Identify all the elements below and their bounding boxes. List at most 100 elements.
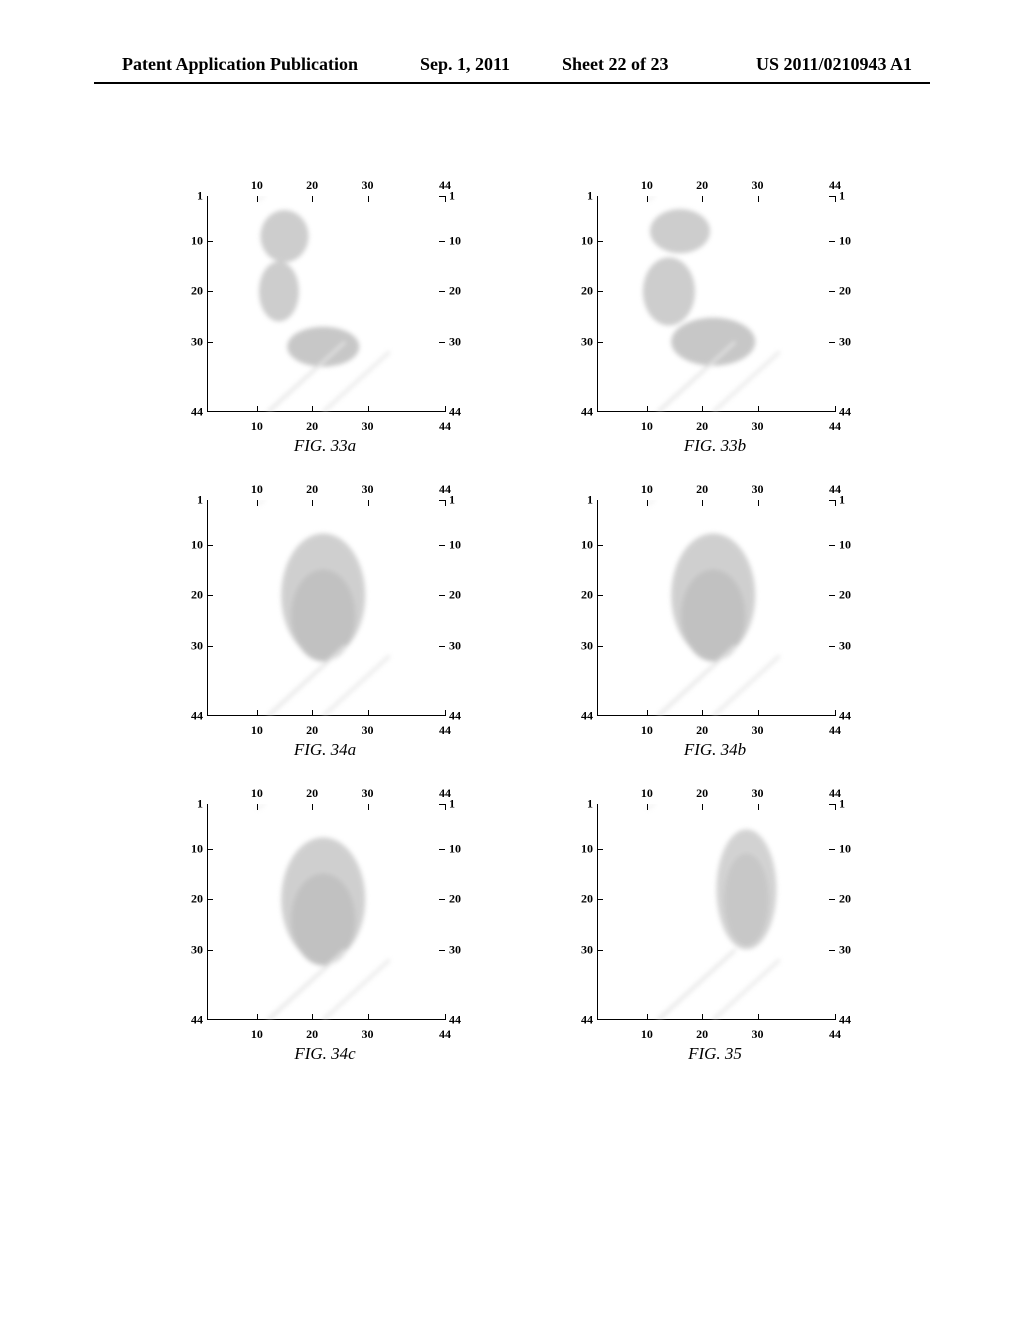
axis-tick-bottom: 30	[752, 419, 764, 434]
page-header: Patent Application Publication Sep. 1, 2…	[0, 54, 1024, 75]
axis-tick-left: 10	[581, 538, 593, 553]
axis-tick-top: 44	[439, 178, 451, 193]
plot-area	[207, 500, 445, 716]
plot-area	[207, 804, 445, 1020]
axis-tick-right: 20	[449, 588, 461, 603]
axis-tick-top: 10	[251, 786, 263, 801]
figure-caption: FIG. 33a	[294, 436, 356, 456]
header-divider	[94, 82, 930, 84]
axis-tick-right: 44	[839, 405, 851, 420]
axis-tick-left: 10	[191, 234, 203, 249]
plot-area	[597, 196, 835, 412]
axis-tick-right: 10	[449, 538, 461, 553]
axis-tick-left: 1	[587, 797, 593, 812]
axis-tick-bottom: 44	[829, 1027, 841, 1042]
plot-wrapper: 1110101010202020203030303044444444	[565, 484, 865, 734]
axis-tick-left: 20	[191, 284, 203, 299]
axis-tick-bottom: 44	[829, 419, 841, 434]
axis-tick-top: 10	[641, 482, 653, 497]
axis-tick-left: 1	[197, 189, 203, 204]
axis-tick-bottom: 30	[362, 723, 374, 738]
figure-grid: 1110101010202020203030303044444444FIG. 3…	[160, 180, 880, 1064]
axis-tick-right: 44	[449, 1013, 461, 1028]
axis-tick-left: 44	[191, 1013, 203, 1028]
axis-tick-right: 44	[449, 709, 461, 724]
axis-tick-bottom: 10	[641, 1027, 653, 1042]
axis-tick-right: 30	[839, 942, 851, 957]
axis-tick-left: 20	[581, 892, 593, 907]
axis-tick-top: 30	[362, 482, 374, 497]
axis-tick-right: 10	[449, 842, 461, 857]
axis-tick-bottom: 20	[306, 419, 318, 434]
axis-tick-top: 20	[696, 482, 708, 497]
axis-tick-left: 30	[581, 334, 593, 349]
axis-tick-top: 44	[829, 786, 841, 801]
axis-tick-top: 20	[696, 178, 708, 193]
axis-tick-bottom: 10	[641, 723, 653, 738]
header-pubno: US 2011/0210943 A1	[756, 54, 912, 75]
figure-cell: 1110101010202020203030303044444444FIG. 3…	[160, 484, 490, 760]
axis-tick-right: 10	[839, 234, 851, 249]
axis-tick-left: 30	[191, 638, 203, 653]
plot-wrapper: 1110101010202020203030303044444444	[565, 180, 865, 430]
axis-tick-left: 20	[191, 892, 203, 907]
axis-tick-bottom: 20	[696, 1027, 708, 1042]
axis-tick-left: 10	[581, 234, 593, 249]
axis-tick-right: 10	[839, 538, 851, 553]
axis-tick-left: 1	[197, 797, 203, 812]
figure-cell: 1110101010202020203030303044444444FIG. 3…	[160, 180, 490, 456]
axis-tick-left: 44	[191, 709, 203, 724]
axis-tick-bottom: 44	[829, 723, 841, 738]
figure-cell: 1110101010202020203030303044444444FIG. 3…	[550, 484, 880, 760]
axis-tick-left: 44	[191, 405, 203, 420]
axis-tick-bottom: 20	[696, 723, 708, 738]
axis-tick-top: 44	[829, 178, 841, 193]
axis-tick-top: 44	[439, 482, 451, 497]
axis-tick-right: 20	[449, 892, 461, 907]
axis-tick-right: 30	[449, 942, 461, 957]
figure-cell: 1110101010202020203030303044444444FIG. 3…	[550, 180, 880, 456]
axis-tick-bottom: 20	[306, 723, 318, 738]
axis-tick-bottom: 10	[251, 419, 263, 434]
axis-tick-bottom: 30	[362, 1027, 374, 1042]
axis-tick-left: 20	[581, 588, 593, 603]
axis-tick-left: 44	[581, 405, 593, 420]
axis-tick-left: 44	[581, 1013, 593, 1028]
axis-tick-right: 44	[839, 709, 851, 724]
axis-tick-bottom: 30	[362, 419, 374, 434]
figure-caption: FIG. 34c	[294, 1044, 355, 1064]
axis-tick-left: 10	[191, 538, 203, 553]
axis-tick-right: 44	[839, 1013, 851, 1028]
axis-tick-top: 20	[306, 786, 318, 801]
figure-caption: FIG. 34a	[294, 740, 356, 760]
plot-wrapper: 1110101010202020203030303044444444	[565, 788, 865, 1038]
axis-tick-top: 30	[362, 786, 374, 801]
figure-cell: 1110101010202020203030303044444444FIG. 3…	[160, 788, 490, 1064]
axis-tick-left: 20	[191, 588, 203, 603]
axis-tick-left: 1	[197, 493, 203, 508]
axis-tick-right: 10	[839, 842, 851, 857]
header-publication: Patent Application Publication	[122, 54, 358, 75]
axis-tick-bottom: 20	[306, 1027, 318, 1042]
axis-tick-left: 30	[581, 942, 593, 957]
axis-tick-top: 30	[752, 786, 764, 801]
axis-tick-right: 44	[449, 405, 461, 420]
axis-tick-left: 44	[581, 709, 593, 724]
axis-tick-top: 44	[829, 482, 841, 497]
plot-area	[597, 804, 835, 1020]
axis-tick-right: 20	[839, 588, 851, 603]
axis-tick-top: 30	[752, 178, 764, 193]
axis-tick-left: 10	[581, 842, 593, 857]
axis-tick-top: 20	[696, 786, 708, 801]
axis-tick-top: 10	[251, 178, 263, 193]
axis-tick-top: 44	[439, 786, 451, 801]
axis-tick-right: 30	[449, 638, 461, 653]
axis-tick-left: 30	[191, 942, 203, 957]
axis-tick-right: 30	[839, 638, 851, 653]
axis-tick-top: 20	[306, 482, 318, 497]
axis-tick-top: 10	[641, 178, 653, 193]
axis-tick-left: 1	[587, 493, 593, 508]
axis-tick-top: 20	[306, 178, 318, 193]
plot-wrapper: 1110101010202020203030303044444444	[175, 180, 475, 430]
axis-tick-bottom: 44	[439, 419, 451, 434]
